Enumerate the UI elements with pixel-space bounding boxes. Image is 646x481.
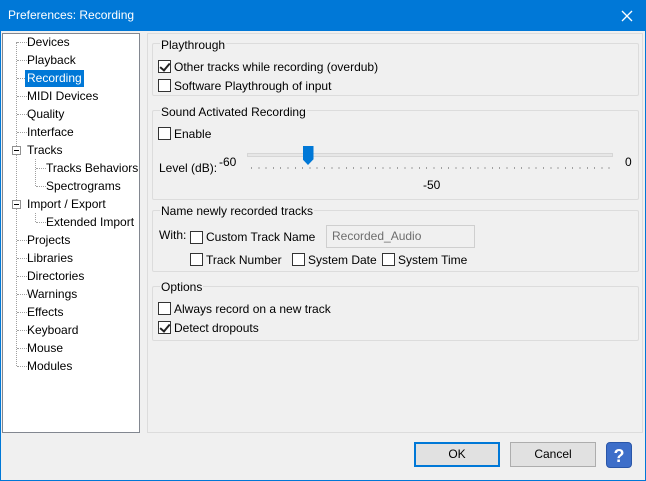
always-new-track-checkbox[interactable] [158,302,171,315]
track-number-label[interactable]: Track Number [206,253,282,267]
tree-item-libraries[interactable]: Libraries [25,250,75,267]
tree-item-midi-devices[interactable]: MIDI Devices [25,88,100,105]
close-icon[interactable] [608,0,646,31]
software-playthrough-checkbox[interactable] [158,79,171,92]
system-date-checkbox[interactable] [292,253,305,266]
detect-dropouts-checkbox[interactable] [158,321,171,334]
level-value-label: -50 [423,178,441,192]
always-new-track-label[interactable]: Always record on a new track [174,302,331,316]
enable-label[interactable]: Enable [174,127,211,141]
tree-item-spectrograms[interactable]: Spectrograms [44,178,123,195]
collapse-import-export-icon[interactable] [12,200,21,209]
tree-item-devices[interactable]: Devices [25,34,72,51]
other-tracks-checkbox[interactable] [158,60,171,73]
level-label: Level (dB): [159,161,218,175]
help-button[interactable]: ? [606,442,632,468]
custom-track-name-checkbox[interactable] [190,231,203,244]
tree-item-projects[interactable]: Projects [25,232,72,249]
tree-item-warnings[interactable]: Warnings [25,286,79,303]
tree-item-modules[interactable]: Modules [25,358,74,375]
software-playthrough-label[interactable]: Software Playthrough of input [174,79,331,93]
options-heading: Options [160,280,204,294]
tree-item-directories[interactable]: Directories [25,268,86,285]
playthrough-heading: Playthrough [160,38,227,52]
window-title: Preferences: Recording [8,8,135,22]
detect-dropouts-label[interactable]: Detect dropouts [174,321,259,335]
other-tracks-label[interactable]: Other tracks while recording (overdub) [174,60,378,74]
with-label: With: [159,228,187,242]
level-min-label: -60 [219,155,237,169]
tree-item-interface[interactable]: Interface [25,124,76,141]
cancel-button[interactable]: Cancel [510,442,596,467]
system-date-label[interactable]: System Date [308,253,377,267]
title-bar: Preferences: Recording [0,0,646,31]
tree-item-extended-import[interactable]: Extended Import [44,214,136,231]
level-max-label: 0 [625,155,632,169]
sound-activated-heading: Sound Activated Recording [160,105,307,119]
ok-button[interactable]: OK [414,442,500,467]
tree-item-tracks[interactable]: Tracks [25,142,65,159]
tree-item-mouse[interactable]: Mouse [25,340,65,357]
level-slider-track[interactable] [247,153,613,157]
tree-item-quality[interactable]: Quality [25,106,66,123]
tree-item-effects[interactable]: Effects [25,304,65,321]
tree-item-import-export[interactable]: Import / Export [25,196,108,213]
tree-connector [35,213,36,222]
level-slider-ticks [251,167,611,169]
preferences-tree[interactable]: Devices Playback Recording MIDI Devices … [2,33,140,433]
track-number-checkbox[interactable] [190,253,203,266]
enable-checkbox[interactable] [158,127,171,140]
system-time-checkbox[interactable] [382,253,395,266]
naming-heading: Name newly recorded tracks [160,204,315,218]
system-time-label[interactable]: System Time [398,253,467,267]
custom-track-name-label[interactable]: Custom Track Name [206,230,315,244]
tree-item-keyboard[interactable]: Keyboard [25,322,80,339]
track-name-input[interactable]: Recorded_Audio [326,225,475,248]
tree-item-playback[interactable]: Playback [25,52,78,69]
tree-item-recording[interactable]: Recording [24,69,85,88]
tree-item-tracks-behaviors[interactable]: Tracks Behaviors [44,160,140,177]
collapse-tracks-icon[interactable] [12,146,21,155]
tree-connector [35,159,36,186]
